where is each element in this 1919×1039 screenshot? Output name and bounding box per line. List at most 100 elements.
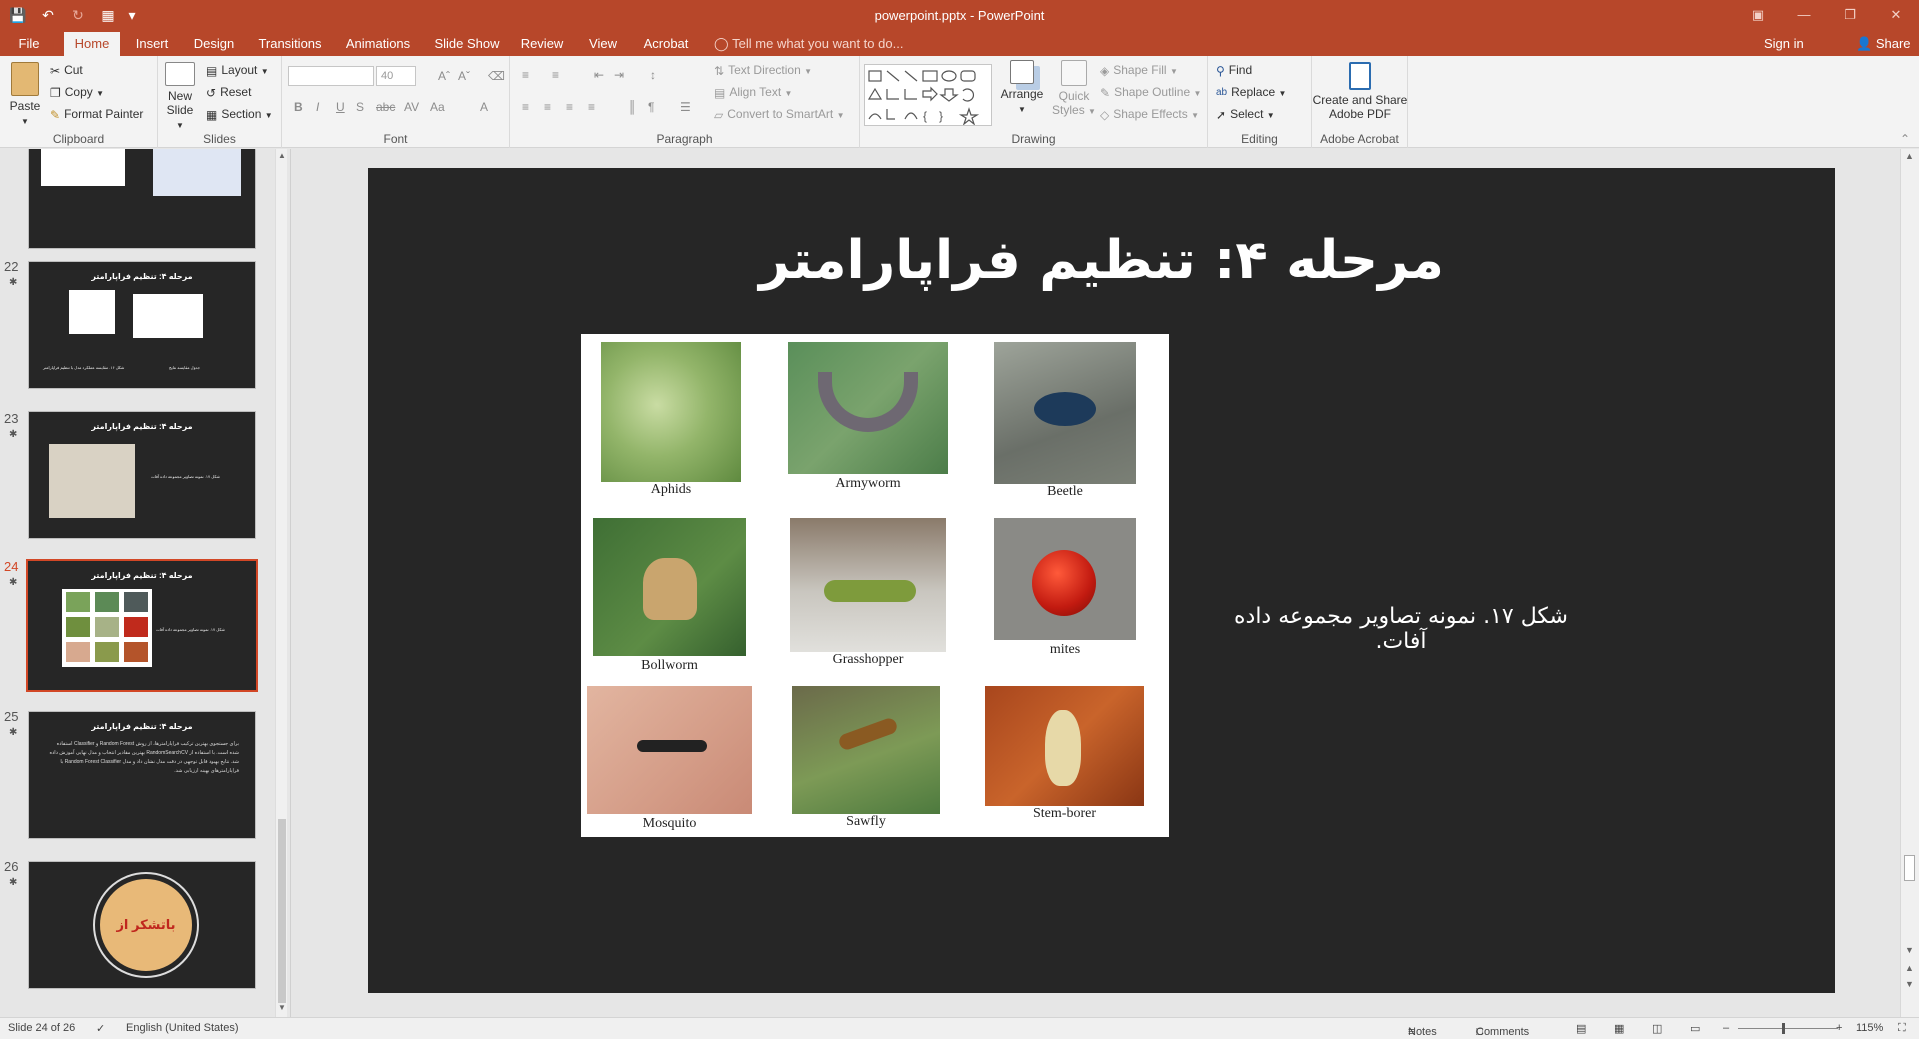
bold-icon[interactable]: B	[294, 100, 303, 114]
previous-slide-icon[interactable]: ▲	[1905, 963, 1914, 973]
normal-view-icon[interactable]: ▤	[1576, 1022, 1586, 1035]
figure-caption[interactable]: شکل ۱۷. نمونه تصاویر مجموعه داده آفات.	[1231, 604, 1571, 654]
columns-icon[interactable]: ║	[628, 100, 637, 114]
tab-acrobat[interactable]: Acrobat	[642, 32, 690, 56]
slide-canvas[interactable]: مرحله ۴: تنظیم فراپارامتر Aphids Armywor…	[368, 168, 1835, 993]
pest-figure-image[interactable]: Aphids Armyworm Beetle Bollworm Grasshop…	[581, 334, 1169, 837]
reset-button[interactable]: ↺ Reset	[206, 85, 251, 100]
slideshow-view-icon[interactable]: ▭	[1690, 1022, 1700, 1035]
italic-icon[interactable]: I	[316, 100, 319, 114]
slide-sorter-icon[interactable]: ▦	[1614, 1022, 1624, 1035]
strikethrough-icon[interactable]: abc	[376, 100, 395, 114]
zoom-slider-thumb[interactable]	[1782, 1023, 1785, 1034]
cut-button[interactable]: ✂ Cut	[50, 63, 83, 78]
shrink-font-icon[interactable]: Aˇ	[458, 69, 470, 83]
scrollbar-thumb[interactable]	[278, 819, 286, 1003]
tab-animations[interactable]: Animations	[343, 32, 413, 56]
zoom-in-icon[interactable]: +	[1836, 1022, 1842, 1034]
minimize-button[interactable]: —	[1781, 0, 1827, 32]
decrease-indent-icon[interactable]: ⇤	[594, 68, 604, 82]
layout-button[interactable]: ▤ Layout ▼	[206, 63, 269, 78]
slide-thumbnail-23[interactable]: مرحله ۴: تنظیم فراپارامتر شکل ۱۷. نمونه …	[28, 411, 256, 539]
close-button[interactable]: ✕	[1873, 0, 1919, 32]
convert-smartart-button[interactable]: ▱ Convert to SmartArt ▼	[714, 107, 845, 122]
slide-thumbnail-24[interactable]: مرحله ۴: تنظیم فراپارامتر شکل ۱۷. نمونه …	[26, 559, 258, 692]
tab-home[interactable]: Home	[64, 32, 120, 56]
bullets-icon[interactable]: ≡	[522, 68, 529, 82]
align-text-button[interactable]: ▤ Align Text ▼	[714, 85, 792, 100]
column-spacing-icon[interactable]: ☰	[680, 100, 691, 114]
ribbon-display-icon[interactable]: ▣	[1735, 0, 1781, 32]
align-center-icon[interactable]: ≡	[544, 100, 551, 114]
scroll-up-icon[interactable]: ▲	[1905, 151, 1914, 161]
find-button[interactable]: ⚲ Find	[1216, 63, 1252, 78]
clear-formatting-icon[interactable]: ⌫	[488, 69, 505, 83]
share-button[interactable]: 👤 Share	[1856, 32, 1911, 56]
replace-button[interactable]: ab Replace ▼	[1216, 85, 1286, 99]
format-painter-button[interactable]: ✎ Format Painter	[50, 107, 143, 122]
change-case-icon[interactable]: Aa	[430, 100, 445, 114]
smartart-icon: ▱	[714, 107, 724, 122]
tab-insert[interactable]: Insert	[132, 32, 172, 56]
slide-thumbnail-21[interactable]	[28, 149, 256, 249]
restore-button[interactable]: ❐	[1827, 0, 1873, 32]
zoom-level[interactable]: 115%	[1856, 1022, 1883, 1034]
tab-slide-show[interactable]: Slide Show	[433, 32, 501, 56]
slide-title[interactable]: مرحله ۴: تنظیم فراپارامتر	[368, 230, 1835, 291]
zoom-slider[interactable]	[1738, 1028, 1838, 1029]
shapes-gallery[interactable]: {}	[864, 64, 992, 126]
slide-thumbnail-25[interactable]: مرحله ۴: تنظیم فراپارامتر برای جستجوی به…	[28, 711, 256, 839]
scroll-up-icon[interactable]: ▲	[278, 151, 286, 160]
language-indicator[interactable]: English (United States)	[126, 1022, 239, 1034]
create-share-pdf-button[interactable]: Create and Share Adobe PDF	[1312, 62, 1408, 121]
grow-font-icon[interactable]: Aˆ	[438, 69, 450, 83]
arrange-button[interactable]: Arrange ▼	[1000, 60, 1044, 115]
text-direction-button[interactable]: ⇅ Text Direction ▼	[714, 63, 812, 78]
increase-indent-icon[interactable]: ⇥	[614, 68, 624, 82]
reading-view-icon[interactable]: ◫	[1652, 1022, 1662, 1035]
align-right-icon[interactable]: ≡	[566, 100, 573, 114]
scrollbar-thumb[interactable]	[1904, 855, 1915, 881]
scroll-down-icon[interactable]: ▼	[278, 1003, 286, 1012]
next-slide-icon[interactable]: ▼	[1905, 979, 1914, 989]
slide-thumbnail-26[interactable]: باتشکر از توجه شما	[28, 861, 256, 989]
rtl-icon[interactable]: ¶	[648, 100, 654, 114]
tab-file[interactable]: File	[14, 32, 44, 56]
zoom-out-icon[interactable]: –	[1723, 1022, 1729, 1034]
pdf-icon	[1349, 62, 1371, 90]
tab-transitions[interactable]: Transitions	[256, 32, 324, 56]
slide-scrollbar[interactable]: ▲ ▼ ▲ ▼	[1900, 149, 1919, 1017]
collapse-ribbon-icon[interactable]: ⌃	[1900, 132, 1910, 146]
new-slide-button[interactable]: New Slide ▼	[162, 62, 198, 131]
tab-view[interactable]: View	[586, 32, 620, 56]
paste-button[interactable]: Paste ▼	[6, 62, 44, 127]
tell-me-box[interactable]: ◯ Tell me what you want to do...	[714, 32, 903, 56]
shadow-icon[interactable]: S	[356, 100, 364, 114]
numbering-icon[interactable]: ≡	[552, 68, 559, 82]
thumbnail-scrollbar[interactable]: ▲ ▼	[275, 149, 287, 1017]
quick-styles-button[interactable]: Quick Styles ▼	[1052, 60, 1096, 117]
spell-check-icon[interactable]: ✓	[96, 1022, 105, 1035]
slide-thumbnail-22[interactable]: مرحله ۴: تنظیم فراپارامتر شکل ۱۶. مقایسه…	[28, 261, 256, 389]
align-left-icon[interactable]: ≡	[522, 100, 529, 114]
copy-button[interactable]: ❐ Copy ▼	[50, 85, 104, 100]
slide-number: 22	[4, 259, 19, 274]
shape-effects-button[interactable]: ◇ Shape Effects ▼	[1100, 107, 1199, 122]
justify-icon[interactable]: ≡	[588, 100, 595, 114]
tab-design[interactable]: Design	[192, 32, 236, 56]
fit-to-window-icon[interactable]: ⛶	[1898, 1022, 1906, 1035]
underline-icon[interactable]: U	[336, 100, 345, 114]
scroll-down-icon[interactable]: ▼	[1905, 945, 1914, 955]
char-spacing-icon[interactable]: AV	[404, 100, 419, 114]
tab-review[interactable]: Review	[520, 32, 564, 56]
font-size-combo[interactable]: 40	[376, 66, 416, 86]
font-name-combo[interactable]	[288, 66, 374, 86]
shape-fill-button[interactable]: ◈ Shape Fill ▼	[1100, 63, 1178, 78]
group-label: Adobe Acrobat	[1320, 132, 1399, 146]
select-button[interactable]: ➚ Select ▼	[1216, 107, 1275, 122]
shape-outline-button[interactable]: ✎ Shape Outline ▼	[1100, 85, 1201, 100]
line-spacing-icon[interactable]: ↕	[650, 68, 656, 82]
sign-in-link[interactable]: Sign in	[1764, 32, 1804, 56]
font-color-icon[interactable]: A	[480, 100, 488, 114]
section-button[interactable]: ▦ Section ▼	[206, 107, 273, 122]
